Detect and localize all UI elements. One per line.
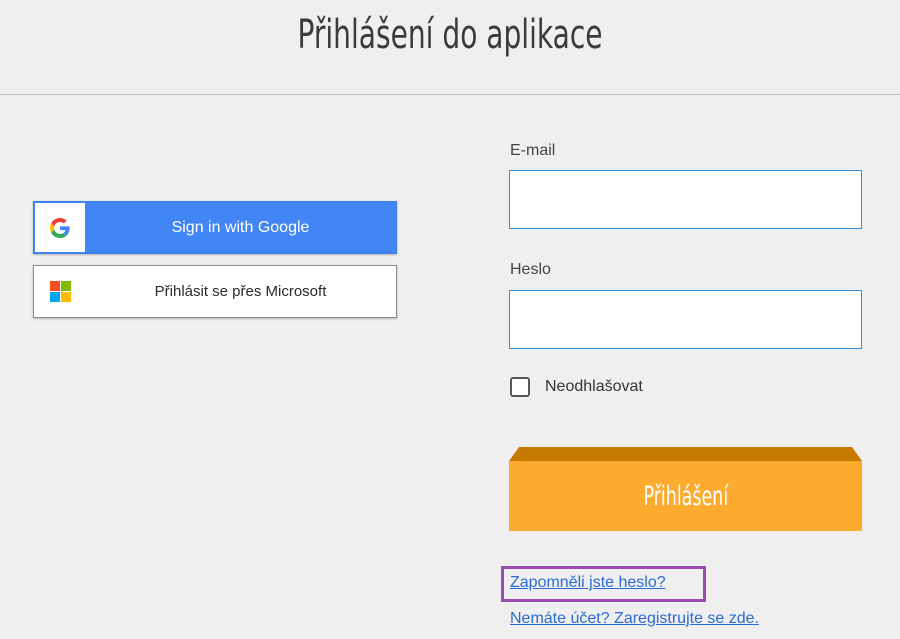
- remember-me-checkbox[interactable]: [510, 377, 530, 397]
- forgot-password-link[interactable]: Zapomněli jste heslo?: [510, 574, 666, 592]
- google-icon-box: [35, 203, 85, 252]
- button-bevel: [509, 447, 862, 461]
- login-submit-button[interactable]: Přihlášení: [509, 447, 862, 531]
- google-sign-in-label: Sign in with Google: [171, 218, 310, 236]
- microsoft-sign-in-label: Přihlásit se přes Microsoft: [154, 283, 327, 300]
- password-field[interactable]: [509, 290, 862, 349]
- google-g-icon: [50, 217, 70, 238]
- microsoft-logo-icon: [50, 281, 71, 302]
- password-label: Heslo: [510, 261, 551, 278]
- page-header: Přihlášení do aplikace: [0, 0, 900, 95]
- microsoft-sign-in-button[interactable]: Přihlásit se přes Microsoft: [33, 265, 397, 318]
- google-sign-in-button[interactable]: Sign in with Google: [33, 201, 397, 254]
- email-label: E-mail: [510, 142, 556, 159]
- submit-label: Přihlášení: [643, 480, 728, 512]
- remember-me-label: Neodhlašovat: [545, 378, 643, 395]
- submit-face: Přihlášení: [509, 461, 862, 531]
- email-field[interactable]: [509, 170, 862, 229]
- page-title: Přihlášení do aplikace: [297, 12, 603, 58]
- register-link[interactable]: Nemáte účet? Zaregistrujte se zde.: [510, 610, 759, 628]
